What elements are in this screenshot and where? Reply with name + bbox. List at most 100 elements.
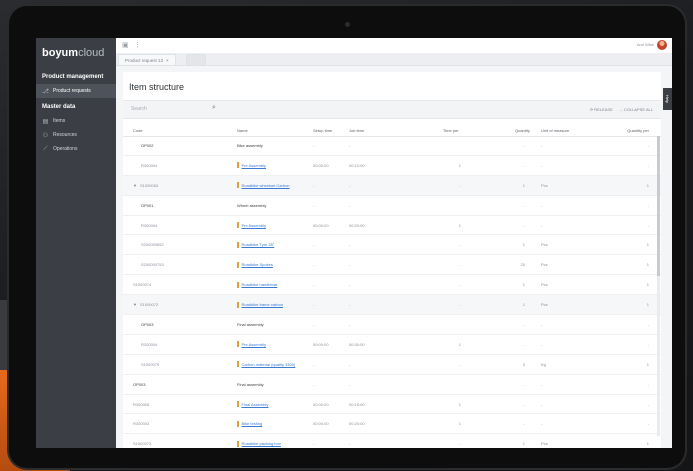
table-row[interactable]: R200004 Pre Assembly 00:00:00 00:30:00 1 - - - — [123, 335, 661, 355]
cell-setup: 00:00:00 — [313, 421, 329, 427]
item-name[interactable]: Bike testing — [242, 421, 263, 426]
item-name[interactable]: Roadbike wheelset Carbon — [242, 183, 290, 188]
sidebar-item-resources[interactable]: ⚇ Resources — [36, 128, 116, 142]
cell-unit: - — [541, 421, 543, 427]
new-tab-button[interactable] — [186, 54, 206, 65]
item-name[interactable]: Final Assembly — [242, 402, 269, 407]
cell-qty: - — [523, 222, 525, 228]
table-row[interactable]: OP003 Final assembly - - - - - — [123, 315, 661, 335]
cell-unit: - — [541, 321, 543, 327]
scrollbar-thumb[interactable] — [657, 136, 660, 276]
user-name[interactable]: Ann Wise — [637, 42, 654, 47]
chevron-down-icon[interactable]: ▼ — [133, 302, 137, 307]
cell-qty-per: 1 — [646, 262, 649, 268]
cell-job: 00:20:00 — [349, 421, 365, 427]
item-name[interactable]: Pre Assembly — [242, 342, 266, 347]
search-input[interactable]: Search — [131, 106, 211, 112]
cell-time-per: - — [459, 262, 461, 268]
release-label: RELEASE — [594, 107, 613, 112]
col-name[interactable]: Name — [237, 124, 248, 136]
table-row[interactable]: S1000074 Roadbike handlebar - - - 1 Pcs 1 — [123, 275, 661, 296]
cell-code: R300004 — [141, 216, 157, 235]
cell-unit: Kg — [541, 361, 546, 367]
col-quantity[interactable]: Quantity — [515, 124, 530, 136]
cell-time-per: - — [459, 441, 461, 447]
cell-qty: 3 — [522, 361, 525, 367]
sidebar-item-items[interactable]: ▤ Items — [36, 114, 116, 128]
tab-bar: Product request 13 × — [116, 53, 672, 66]
table-row[interactable]: ▼ S1000063 Roadbike wheelset Carbon - - - 1 Pcs… — [123, 175, 661, 196]
app-logo[interactable]: boyum cloud — [36, 38, 116, 68]
table-row[interactable]: R300005 Final Assembly 00:00:00 00:15:00 1 - -… — [123, 395, 661, 415]
cell-job: - — [349, 202, 351, 208]
logo-light: cloud — [78, 47, 105, 59]
col-setup-time[interactable]: Setup time — [313, 124, 332, 136]
col-unit[interactable]: Unit of measure — [541, 124, 569, 136]
table-row[interactable]: OP001 Wheel assembly - - - - - — [123, 196, 661, 216]
table-row[interactable]: S200000753 Roadbike Spokes - - - 20 Pcs 1 — [123, 255, 661, 276]
cell-unit: Pcs — [541, 302, 548, 308]
cell-code-text: S1000079 — [141, 361, 160, 367]
item-name[interactable]: Roadbike handlebar — [242, 282, 278, 287]
item-name[interactable]: Roadbike Spokes — [242, 262, 273, 267]
release-button[interactable]: ⟳ RELEASE — [590, 107, 613, 112]
cell-time-per: 1 — [458, 341, 461, 347]
logo-bold: boyum — [42, 47, 79, 59]
scrollbar[interactable] — [657, 136, 660, 436]
webcam — [345, 22, 350, 27]
sidebar-item-product-requests[interactable]: ⎇ Product requests — [36, 84, 116, 98]
cell-name: Final Assembly — [237, 395, 268, 414]
col-job-time[interactable]: Job time — [349, 124, 364, 136]
col-time-per[interactable]: Time per — [443, 124, 459, 136]
type-marker — [237, 162, 239, 169]
item-name[interactable]: Pre Assembly — [242, 223, 266, 228]
cell-qty-per: - — [647, 401, 649, 407]
sidebar: boyum cloud Product management ⎇ Product … — [36, 38, 116, 448]
avatar[interactable] — [657, 40, 667, 50]
item-name[interactable]: Roadbike packing box — [242, 441, 281, 446]
tab-product-request[interactable]: Product request 13 × — [118, 54, 176, 65]
cell-unit: - — [541, 202, 543, 208]
table-row[interactable]: R300004 Pre Assembly 00:00:00 00:10:00 1 - - - — [123, 156, 661, 176]
save-icon[interactable]: ▣ — [122, 41, 129, 49]
sidebar-item-operations[interactable]: ⟋ Operations — [36, 142, 116, 156]
table-row[interactable]: R300004 Pre Assembly 00:00:00 00:20:00 1 - - - — [123, 216, 661, 236]
table-row[interactable]: ▼ S1000072 Roadbike frame carbon - - - 1 Pcs 1 — [123, 295, 661, 316]
cell-code: R300003 — [133, 414, 149, 433]
cell-setup: - — [313, 321, 315, 327]
cell-job: - — [349, 381, 351, 387]
more-icon[interactable]: ⋮ — [134, 41, 141, 49]
close-icon[interactable]: × — [166, 58, 169, 63]
sidebar-item-label: Product requests — [53, 88, 91, 94]
cell-code: S200000753 — [141, 255, 164, 274]
table-row[interactable]: R300003 Bike testing 00:00:00 00:20:00 1 - - - — [123, 414, 661, 435]
branch-icon: ⎇ — [42, 88, 49, 95]
item-name[interactable]: Carbon material (quality 3300) — [242, 362, 296, 367]
cell-time-per: - — [459, 361, 461, 367]
collapse-all-button[interactable]: → COLLAPSE ALL — [619, 107, 653, 112]
people-icon: ⚇ — [42, 132, 49, 139]
help-button[interactable]: Help — [663, 88, 672, 110]
item-name[interactable]: Roadbike frame carbon — [242, 302, 284, 307]
cell-name: Roadbike frame carbon — [237, 295, 283, 314]
col-code[interactable]: Code — [133, 124, 143, 136]
table-row[interactable]: S1000073 Roadbike packing box - - - 1 Pcs 1 — [123, 434, 661, 448]
table-row[interactable]: OP002 Bike assembly - - - - - — [123, 136, 661, 156]
table-row[interactable]: S1000079 Carbon material (quality 3300) - -… — [123, 355, 661, 375]
cell-code: R300005 — [133, 395, 149, 414]
cell-qty-per: - — [647, 162, 649, 168]
item-name[interactable]: Pre Assembly — [242, 163, 266, 168]
cell-job: - — [349, 361, 351, 367]
chevron-down-icon[interactable]: ▼ — [133, 183, 137, 188]
table-row[interactable]: S200000652 Roadbike Tyre 28" - - - 1 Pcs 1 — [123, 235, 661, 256]
type-marker — [237, 401, 239, 408]
cell-job: - — [349, 441, 351, 447]
item-name[interactable]: Roadbike Tyre 28" — [242, 242, 275, 247]
table-row[interactable]: OP003 Final assembly - - - - - — [123, 375, 661, 395]
collapse-label: COLLAPSE ALL — [623, 107, 653, 112]
search-icon[interactable]: ⌕ — [212, 104, 216, 112]
col-quantity-per[interactable]: Quantity per — [627, 124, 649, 136]
cell-qty-per: - — [647, 222, 649, 228]
cell-qty: 1 — [522, 242, 525, 248]
cell-name: Pre Assembly — [237, 156, 266, 175]
